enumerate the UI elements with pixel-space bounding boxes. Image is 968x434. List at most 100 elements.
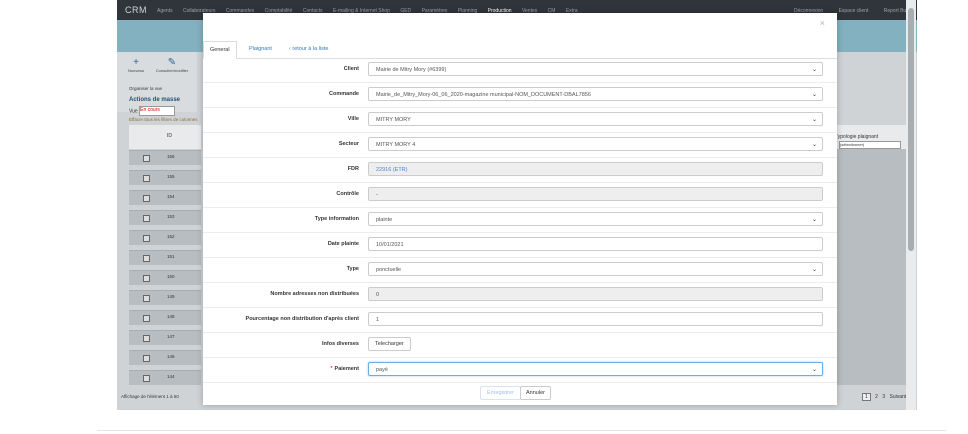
row-checkbox[interactable]: [143, 315, 150, 322]
modal-footer: Enregistrer Annuler: [203, 385, 837, 405]
row-client: Client Mairie de Mitry Mory (#6399) ⌄: [203, 58, 837, 83]
table-info: Affichage de l'élément 1 à 50: [121, 394, 179, 399]
row-checkbox[interactable]: [143, 335, 150, 342]
ville-label: Ville: [347, 116, 359, 122]
next-page-link[interactable]: Suivant: [890, 394, 907, 400]
chevron-down-icon: ⌄: [811, 217, 817, 223]
mass-actions-title: Actions de masse: [129, 97, 181, 103]
chevron-down-icon: ⌄: [811, 367, 817, 373]
row-checkbox[interactable]: [143, 255, 150, 262]
row-secteur: Secteur MITRY MORY 4 ⌄: [203, 133, 837, 158]
secteur-select[interactable]: MITRY MORY 4 ⌄: [368, 137, 823, 151]
telecharger-button[interactable]: Telecharger: [368, 337, 411, 351]
row-type: Type ponctuelle ⌄: [203, 258, 837, 283]
row-checkbox[interactable]: [143, 375, 150, 382]
table-row[interactable]: 148: [129, 310, 201, 325]
row-ville: Ville MITRY MORY ⌄: [203, 108, 837, 133]
commande-select[interactable]: Mairie_de_Mitry_Mory-06_06_2020-magazine…: [368, 87, 823, 101]
right-column: Typologie plaignant (sélectionner): [829, 125, 909, 385]
divider: [97, 430, 946, 431]
page-3[interactable]: 3: [882, 394, 885, 400]
chevron-down-icon: ⌄: [811, 67, 817, 73]
table-row[interactable]: 153: [129, 210, 201, 225]
table-row[interactable]: 154: [129, 190, 201, 205]
date-plainte-input[interactable]: 10/01/2021: [368, 237, 823, 251]
table-header: ID: [129, 125, 201, 149]
row-checkbox[interactable]: [143, 275, 150, 282]
infos-diverses-label: Infos diverses: [322, 341, 359, 347]
row-nombre-adresses: Nombre adresses non distribuées 0: [203, 283, 837, 308]
id-column-header[interactable]: ID: [167, 133, 172, 139]
client-select[interactable]: Mairie de Mitry Mory (#6399) ⌄: [368, 62, 823, 76]
table-row[interactable]: 144: [129, 370, 201, 385]
fdr-label: FDR: [347, 166, 359, 172]
table-row[interactable]: 146: [129, 350, 201, 365]
cancel-button[interactable]: Annuler: [520, 386, 551, 400]
row-checkbox[interactable]: [143, 195, 150, 202]
type-information-select[interactable]: plainte ⌄: [368, 212, 823, 226]
scrollbar-thumb[interactable]: [908, 8, 914, 251]
type-select[interactable]: ponctuelle ⌄: [368, 262, 823, 276]
clear-filters-link[interactable]: Effacer tous les filtres de colonnes: [129, 117, 197, 122]
paiement-select[interactable]: payé ⌄: [368, 362, 823, 376]
typology-column-header: Typologie plaignant (sélectionner): [829, 125, 909, 149]
controle-field: -: [368, 187, 823, 201]
consult-button[interactable]: ✎ Consulter/modifier: [155, 57, 189, 74]
nombre-adresses-label: Nombre adresses non distribuées: [270, 291, 359, 297]
pourcentage-input[interactable]: 1: [368, 312, 823, 326]
client-space-link[interactable]: Espace client: [839, 8, 869, 14]
table-row[interactable]: 152: [129, 230, 201, 245]
chevron-down-icon: ⌄: [811, 267, 817, 273]
table-row[interactable]: 147: [129, 330, 201, 345]
pourcentage-label: Pourcentage non distribution d'après cli…: [245, 316, 359, 322]
brand-logo: CRM: [125, 5, 147, 15]
table-row[interactable]: 151: [129, 250, 201, 265]
row-checkbox[interactable]: [143, 235, 150, 242]
view-select[interactable]: En cours: [139, 106, 176, 116]
ville-select[interactable]: MITRY MORY ⌄: [368, 112, 823, 126]
organise-view-link[interactable]: Organiser la vue: [129, 86, 162, 91]
required-marker: *: [330, 366, 333, 372]
row-type-information: Type information plainte ⌄: [203, 208, 837, 233]
type-information-label: Type information: [314, 216, 359, 222]
tab-plaignant[interactable]: Plaignant: [243, 41, 278, 57]
pencil-icon: ✎: [167, 57, 177, 68]
commande-label: Commande: [329, 91, 359, 97]
row-infos-diverses: Infos diverses Telecharger: [203, 333, 837, 358]
page-2[interactable]: 2: [875, 394, 878, 400]
row-checkbox[interactable]: [143, 155, 150, 162]
table-row[interactable]: 156: [129, 150, 201, 165]
page-scrollbar[interactable]: [906, 0, 916, 410]
typology-filter-select[interactable]: (sélectionner): [839, 141, 901, 149]
tab-general[interactable]: General: [203, 41, 237, 59]
modal-tabs: General Plaignant ‹ retour à la liste: [203, 41, 837, 59]
nombre-adresses-field: 0: [368, 287, 823, 301]
menu-agents[interactable]: Agents: [157, 8, 173, 14]
save-button[interactable]: Enregistrer: [480, 386, 521, 400]
table-row[interactable]: 149: [129, 290, 201, 305]
row-paiement: * Paiement payé ⌄: [203, 358, 837, 383]
row-checkbox[interactable]: [143, 215, 150, 222]
date-plainte-label: Date plainte: [327, 241, 359, 247]
row-fdr: FDR 22916 (ETR): [203, 158, 837, 183]
toolbar: + Nouveau ✎ Consulter/modifier: [117, 52, 197, 112]
row-checkbox[interactable]: [143, 355, 150, 362]
page-1[interactable]: 1: [862, 393, 871, 401]
chevron-down-icon: ⌄: [811, 117, 817, 123]
close-icon[interactable]: ×: [820, 18, 825, 28]
row-checkbox[interactable]: [143, 295, 150, 302]
row-checkbox[interactable]: [143, 175, 150, 182]
view-selector: Vue En cours: [129, 106, 176, 116]
row-commande: Commande Mairie_de_Mitry_Mory-06_06_2020…: [203, 83, 837, 108]
plus-icon: +: [133, 57, 139, 68]
row-controle: Contrôle -: [203, 183, 837, 208]
table-row[interactable]: 155: [129, 170, 201, 185]
client-label: Client: [343, 66, 359, 72]
table-row[interactable]: 150: [129, 270, 201, 285]
pagination: 1 2 3 Suivant: [862, 393, 906, 401]
complaint-modal: × General Plaignant ‹ retour à la liste …: [203, 13, 837, 405]
fdr-link[interactable]: 22916 (ETR): [376, 167, 408, 173]
back-to-list-link[interactable]: ‹ retour à la liste: [283, 41, 334, 57]
secteur-label: Secteur: [338, 141, 359, 147]
new-button[interactable]: + Nouveau: [119, 57, 153, 74]
